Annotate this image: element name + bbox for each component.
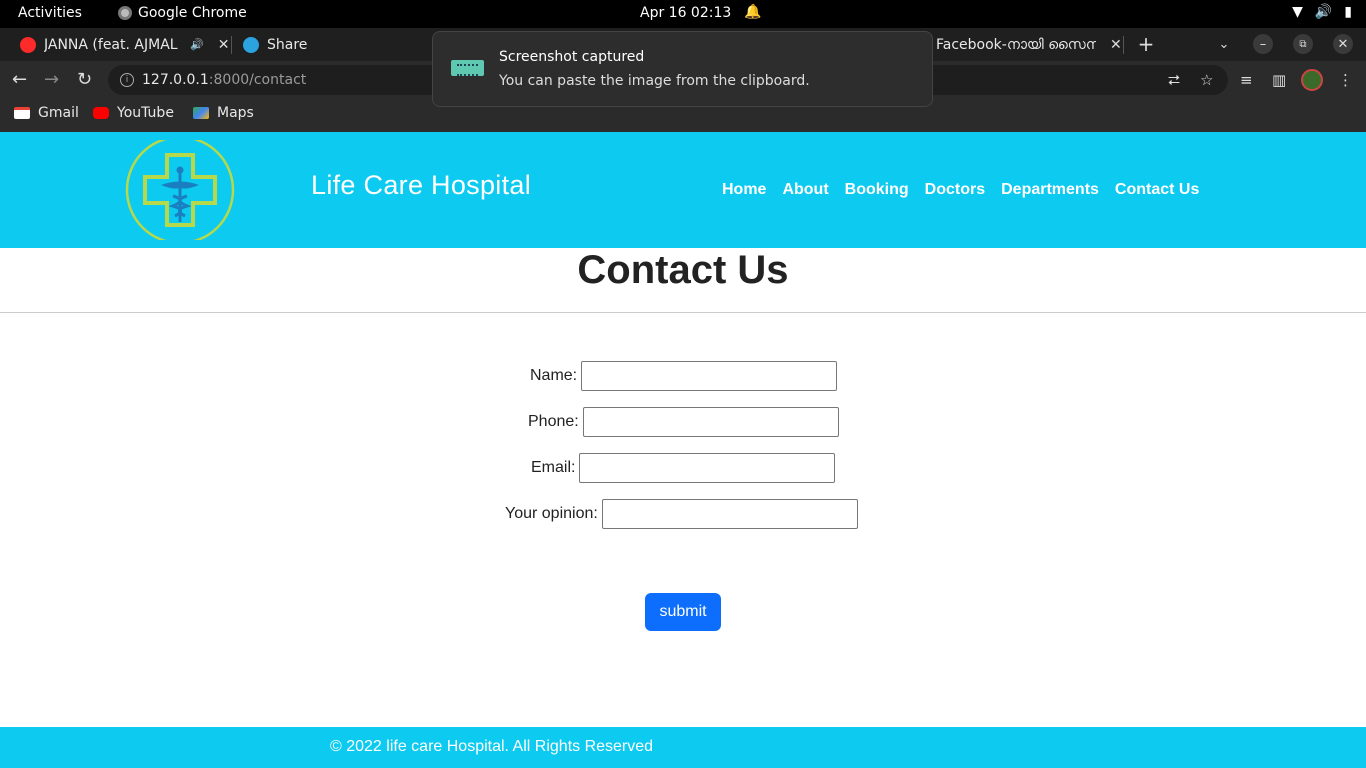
bookmark-youtube[interactable]: YouTube	[93, 105, 174, 121]
close-window-icon[interactable]: ✕	[1333, 34, 1353, 54]
tab-share[interactable]: Share	[243, 28, 307, 61]
form-row-opinion: Your opinion:	[505, 499, 858, 529]
app-name: Google Chrome	[138, 5, 247, 21]
nav-doctors[interactable]: Doctors	[925, 181, 985, 199]
bookmark-star-icon[interactable]: ☆	[1200, 71, 1213, 89]
tab-search-icon[interactable]: ⌄	[1214, 34, 1234, 54]
youtube-music-icon	[20, 36, 36, 53]
nav-departments[interactable]: Departments	[1001, 181, 1099, 199]
forward-arrow-icon[interactable]: →	[44, 69, 59, 90]
reload-icon[interactable]: ↻	[77, 69, 92, 90]
main-nav: Home About Booking Doctors Departments C…	[722, 181, 1199, 199]
clock[interactable]: Apr 16 02:13	[640, 5, 731, 21]
form-row-phone: Phone:	[528, 407, 839, 437]
restore-icon[interactable]: ⧉	[1293, 34, 1313, 54]
menu-kebab-icon[interactable]: ⋮	[1338, 71, 1353, 89]
activities-button[interactable]: Activities	[18, 5, 82, 21]
email-label: Email:	[531, 459, 576, 476]
notification-title: Screenshot captured	[499, 49, 645, 65]
name-input[interactable]	[581, 361, 838, 391]
battery-icon: ▮	[1344, 4, 1352, 20]
tab-facebook[interactable]: Facebook-നായി സൈന ✕	[936, 28, 1122, 61]
maps-icon	[193, 107, 209, 119]
close-tab-icon[interactable]: ✕	[218, 37, 230, 53]
back-arrow-icon[interactable]: ←	[12, 69, 27, 90]
bookmark-label: Gmail	[38, 105, 79, 121]
side-panel-icon[interactable]: ▥	[1272, 71, 1286, 89]
new-tab-icon[interactable]: +	[1136, 32, 1156, 56]
share-icon[interactable]: ⮂	[1168, 71, 1180, 89]
youtube-icon	[93, 107, 109, 119]
tab-title: Share	[267, 36, 308, 53]
form-row-name: Name:	[530, 361, 838, 391]
tab-title: JANNA (feat. AJMAL	[44, 36, 178, 53]
form-row-email: Email:	[531, 453, 836, 483]
site-footer: © 2022 life care Hospital. All Rights Re…	[0, 727, 1366, 768]
screenshot-notification[interactable]: Screenshot captured You can paste the im…	[432, 31, 933, 107]
site-info-icon[interactable]: i	[120, 73, 134, 87]
system-top-bar: Activities Google Chrome Apr 16 02:13 🔔 …	[0, 0, 1366, 28]
telegram-icon	[243, 36, 259, 53]
email-input[interactable]	[579, 453, 836, 483]
name-label: Name:	[530, 367, 578, 384]
wifi-icon: ▼	[1292, 4, 1303, 20]
notification-body: You can paste the image from the clipboa…	[499, 73, 810, 89]
url-path: :8000/contact	[208, 72, 307, 88]
bookmark-label: YouTube	[117, 105, 174, 121]
close-tab-icon[interactable]: ✕	[1110, 37, 1122, 53]
tab-janna[interactable]: JANNA (feat. AJMAL 🔊 ✕	[20, 28, 229, 61]
volume-icon: 🔊	[1314, 4, 1333, 20]
copyright-text: © 2022 life care Hospital. All Rights Re…	[330, 738, 654, 755]
screenshot-icon	[451, 60, 484, 76]
chrome-icon	[118, 6, 132, 20]
minimize-icon[interactable]: –	[1253, 34, 1273, 54]
profile-avatar[interactable]	[1301, 69, 1323, 91]
notification-bell-icon: 🔔	[744, 4, 762, 20]
opinion-label: Your opinion:	[505, 505, 598, 522]
site-brand[interactable]: Life Care Hospital	[311, 170, 531, 201]
phone-input[interactable]	[582, 407, 839, 437]
bookmark-maps[interactable]: Maps	[193, 105, 254, 121]
app-menu[interactable]: Google Chrome	[118, 5, 247, 21]
nav-about[interactable]: About	[782, 181, 828, 199]
phone-label: Phone:	[528, 413, 579, 430]
hospital-logo-icon[interactable]	[125, 140, 235, 240]
divider	[0, 312, 1366, 313]
page-title: Contact Us	[577, 248, 789, 292]
site-header: Life Care Hospital Home About Booking Do…	[0, 132, 1366, 248]
bookmark-label: Maps	[217, 105, 254, 121]
system-tray[interactable]: ▼ 🔊 ▮	[1292, 4, 1352, 20]
url-host: 127.0.0.1	[142, 72, 209, 88]
media-control-icon[interactable]: ≡	[1240, 71, 1253, 89]
gmail-icon	[14, 107, 30, 119]
nav-home[interactable]: Home	[722, 181, 766, 199]
opinion-input[interactable]	[601, 499, 858, 529]
bookmark-gmail[interactable]: Gmail	[14, 105, 79, 121]
nav-booking[interactable]: Booking	[845, 181, 909, 199]
nav-contact-us[interactable]: Contact Us	[1115, 181, 1199, 199]
tab-title: Facebook-നായി സൈന	[936, 36, 1096, 53]
speaker-icon[interactable]: 🔊	[190, 38, 204, 51]
submit-button[interactable]: submit	[645, 593, 721, 631]
